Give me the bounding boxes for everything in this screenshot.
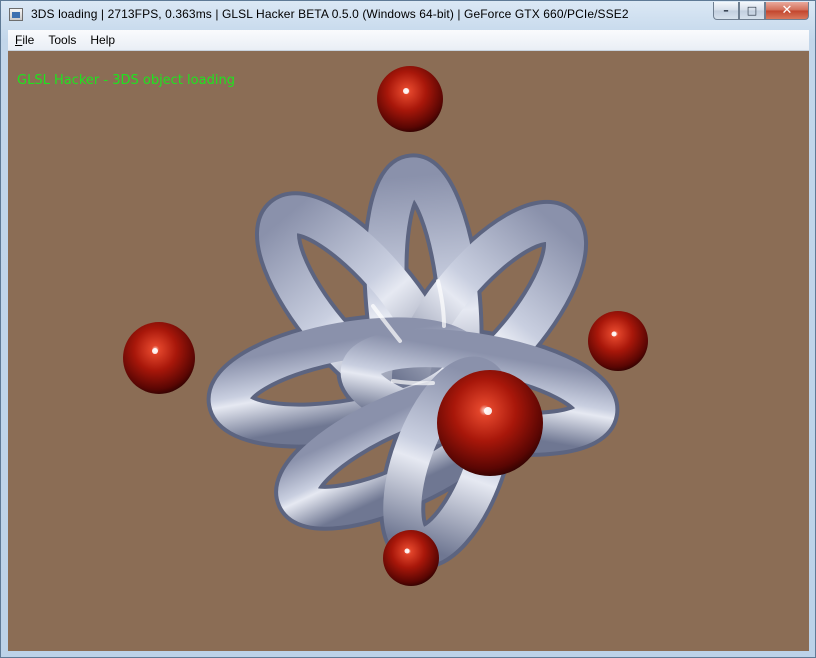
window-title: 3DS loading | 2713FPS, 0.363ms | GLSL Ha… bbox=[31, 7, 629, 21]
maximize-button[interactable]: □ bbox=[739, 2, 765, 20]
app-window: 3DS loading | 2713FPS, 0.363ms | GLSL Ha… bbox=[0, 0, 816, 658]
sphere-center bbox=[437, 370, 543, 476]
sphere-right bbox=[588, 311, 648, 371]
app-icon[interactable] bbox=[9, 8, 23, 21]
render-viewport[interactable]: GLSL Hacker - 3DS object loading bbox=[8, 51, 809, 651]
3d-scene bbox=[123, 66, 648, 586]
close-icon: ✕ bbox=[781, 3, 793, 18]
menu-help[interactable]: Help bbox=[83, 33, 122, 47]
menu-file[interactable]: File bbox=[8, 33, 41, 47]
sphere-left bbox=[123, 322, 195, 394]
maximize-icon: □ bbox=[746, 4, 758, 17]
minimize-button[interactable]: – bbox=[713, 2, 739, 20]
menu-tools[interactable]: Tools bbox=[41, 33, 83, 47]
overlay-caption: GLSL Hacker - 3DS object loading bbox=[17, 73, 235, 88]
torus-knot bbox=[206, 153, 620, 570]
minimize-icon: – bbox=[723, 4, 729, 17]
close-button[interactable]: ✕ bbox=[765, 2, 809, 20]
title-bar[interactable]: 3DS loading | 2713FPS, 0.363ms | GLSL Ha… bbox=[1, 1, 815, 29]
menu-bar: File Tools Help bbox=[8, 30, 809, 51]
sphere-bottom bbox=[383, 530, 439, 586]
caption-buttons: – □ ✕ bbox=[713, 2, 809, 21]
sphere-top bbox=[377, 66, 443, 132]
